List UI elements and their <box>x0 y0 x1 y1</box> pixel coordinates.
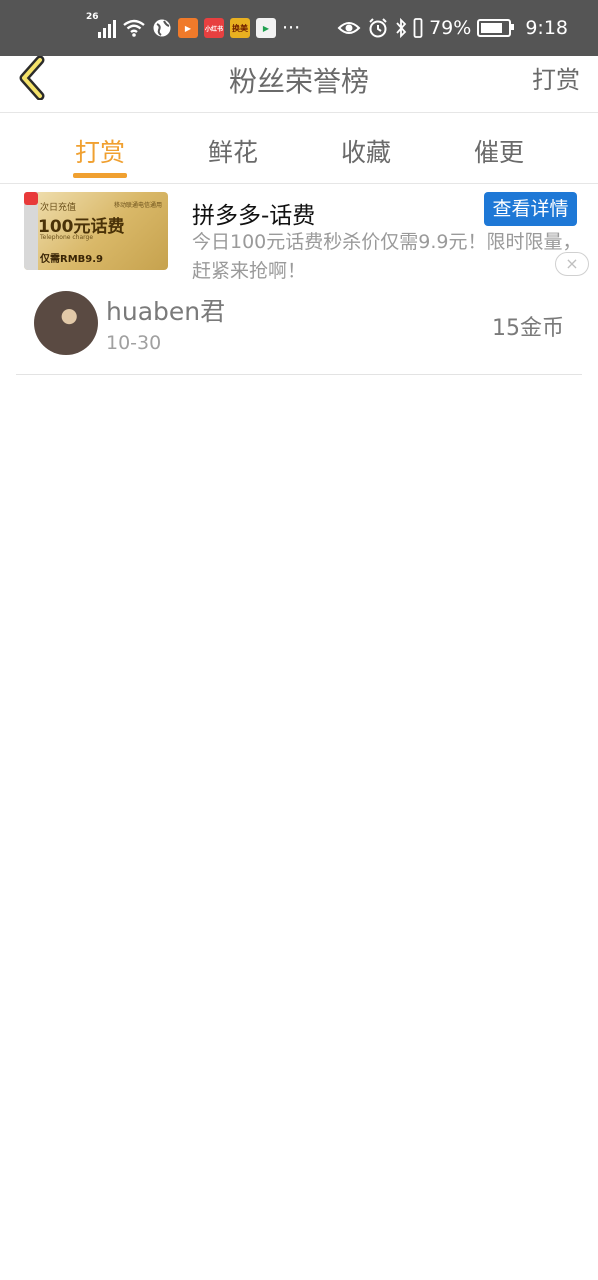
tab-flowers[interactable]: 鲜花 <box>178 133 288 169</box>
vibrate-icon <box>413 18 423 38</box>
globe-icon <box>153 19 171 37</box>
tab-tip[interactable]: 打赏 <box>45 133 155 169</box>
tip-button[interactable]: 打赏 <box>532 60 580 95</box>
ad-image-text: Telephone charge <box>40 234 94 241</box>
app-icon-label: ▶ <box>262 23 270 33</box>
ad-image-text: 移动联通电信通用 <box>113 202 162 209</box>
ad-banner[interactable]: 次日充值 移动联通电信通用 100元话费 Telephone charge 仅需… <box>24 188 590 282</box>
ad-description[interactable]: 今日100元话费秒杀价仅需9.9元！限时限量，赶紧来抢啊！ <box>192 228 588 286</box>
list-item[interactable]: huaben君 10-30 15金币 <box>16 282 582 375</box>
page-title: 粉丝荣誉榜 <box>228 65 369 98</box>
alarm-icon <box>369 18 387 38</box>
app-icon-label: ▶ <box>184 23 192 33</box>
status-bar-left: 26 ▶ 小红书 换美 ▶ ··· <box>86 12 301 42</box>
tip-amount: 15金币 <box>492 316 564 341</box>
app-icon-label: 换美 <box>232 23 248 33</box>
tab-favorites[interactable]: 收藏 <box>311 133 421 169</box>
red-app-icon: 小红书 <box>204 18 224 38</box>
tip-date: 10-30 <box>106 332 162 354</box>
ad-close-button[interactable]: × <box>555 252 589 276</box>
app-header: 粉丝荣誉榜 打赏 <box>0 56 598 113</box>
active-tab-indicator <box>73 173 127 178</box>
battery-icon <box>477 19 515 37</box>
battery-percent: 79% <box>429 17 472 39</box>
game-app-icon: 换美 <box>230 18 250 38</box>
orange-play-icon: ▶ <box>178 18 198 38</box>
status-bar: 26 ▶ 小红书 换美 ▶ ··· 79% 9:18 <box>0 0 598 56</box>
wifi-icon <box>123 19 145 37</box>
ad-title[interactable]: 拼多多-话费 <box>192 196 315 230</box>
ad-details-button[interactable]: 查看详情 <box>484 192 577 226</box>
bluetooth-icon <box>396 17 407 39</box>
clock: 9:18 <box>525 17 568 39</box>
eye-icon <box>337 22 361 34</box>
google-play-icon: ▶ <box>256 18 276 38</box>
tab-urge-update[interactable]: 催更 <box>444 133 554 169</box>
network-type: 26 <box>86 12 99 22</box>
cellular-signal-icon: 26 <box>86 12 116 40</box>
ad-image[interactable]: 次日充值 移动联通电信通用 100元话费 Telephone charge 仅需… <box>24 192 168 270</box>
username: huaben君 <box>106 297 226 326</box>
ad-image-text: 仅需RMB9.9 <box>40 254 103 265</box>
more-notifications: ··· <box>282 17 301 39</box>
avatar[interactable] <box>34 291 98 355</box>
tab-bar: 打赏 鲜花 收藏 催更 <box>0 113 598 184</box>
ad-source-icon <box>24 192 38 205</box>
status-bar-right: 79% 9:18 <box>337 14 568 42</box>
app-icon-label: 小红书 <box>204 25 223 33</box>
